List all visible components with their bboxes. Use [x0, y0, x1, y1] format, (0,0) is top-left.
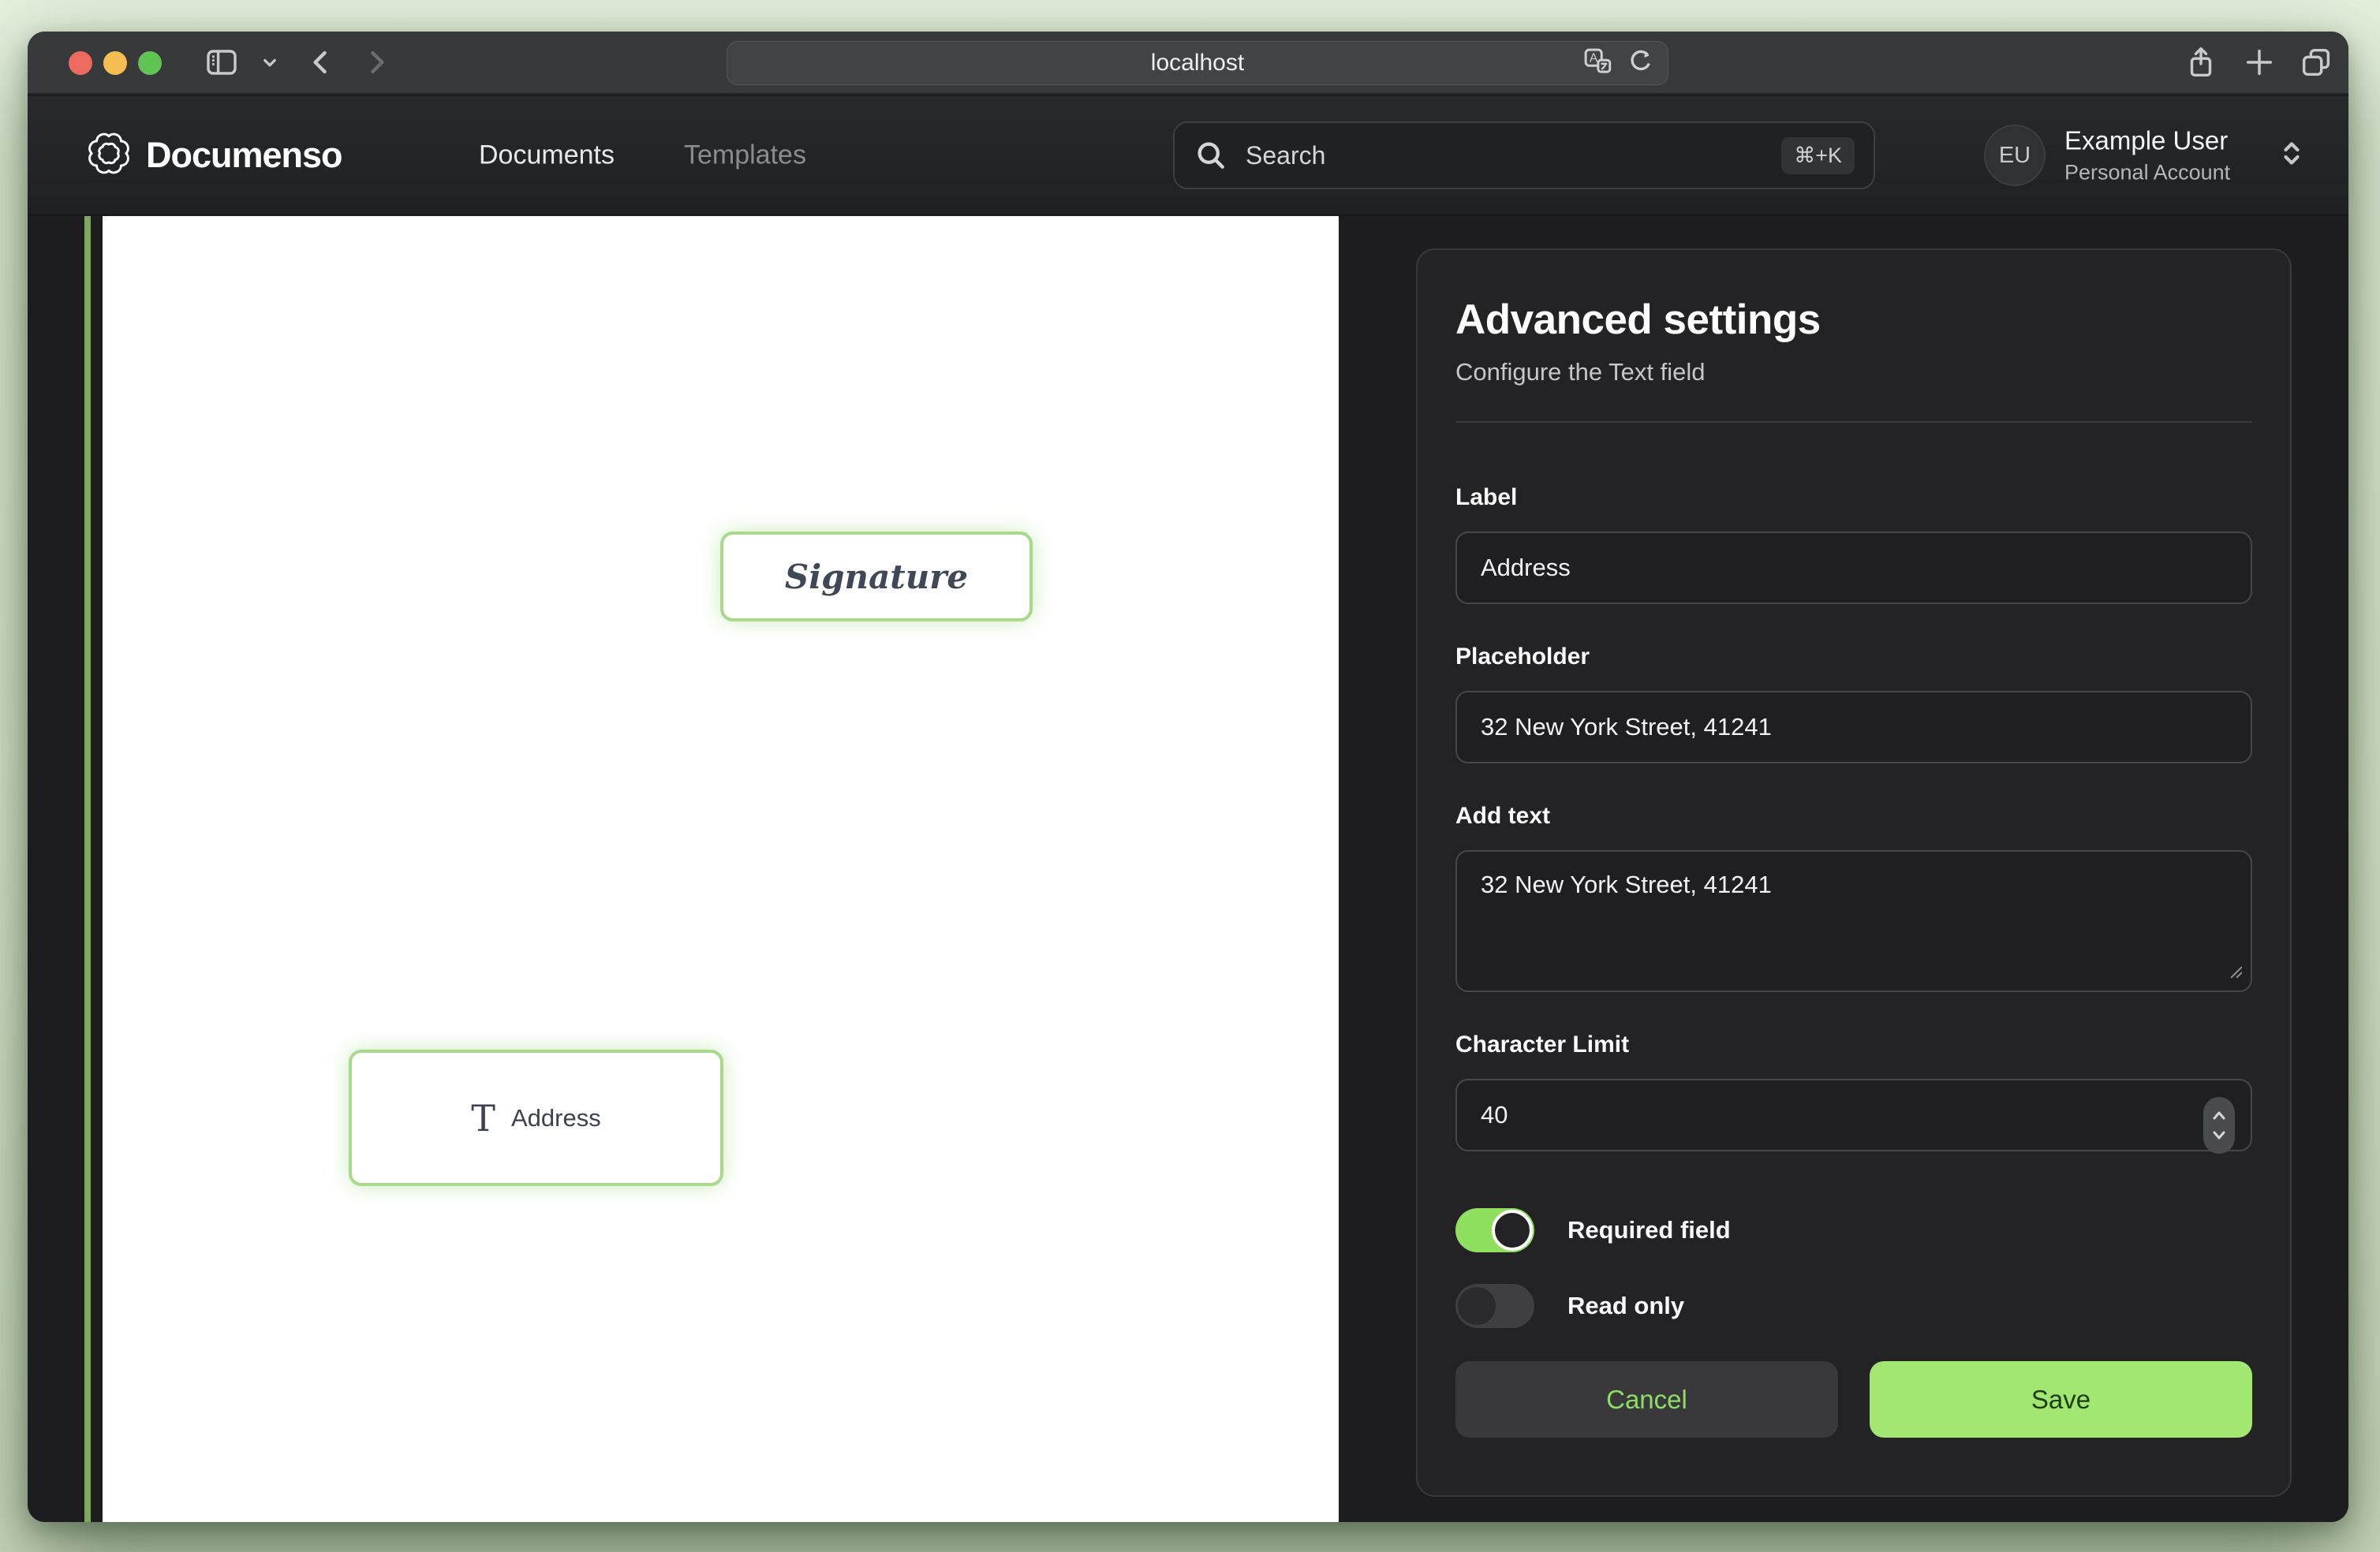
cancel-button[interactable]: Cancel [1455, 1361, 1838, 1438]
nav-templates[interactable]: Templates [684, 140, 806, 171]
share-icon[interactable] [2183, 44, 2219, 80]
textarea-resize-handle[interactable] [2229, 964, 2244, 984]
account-name: Example User [2064, 126, 2230, 156]
brand-name[interactable]: Documenso [146, 135, 342, 176]
save-button[interactable]: Save [1870, 1361, 2252, 1438]
reload-icon[interactable] [1625, 46, 1657, 81]
nav-documents[interactable]: Documents [479, 140, 615, 171]
forward-button-icon[interactable] [359, 45, 394, 80]
read-only-label: Read only [1567, 1292, 1684, 1320]
documenso-logo-icon[interactable] [87, 132, 131, 180]
toggle-knob [1458, 1287, 1496, 1325]
browser-toolbar: localhost A [28, 32, 2348, 95]
sidebar-chevron-down-icon[interactable] [258, 50, 282, 74]
account-menu[interactable]: Example User Personal Account [2064, 126, 2230, 185]
advanced-settings-panel: Advanced settings Configure the Text fie… [1416, 248, 2292, 1497]
search-shortcut-badge: ⌘+K [1781, 137, 1855, 174]
toggle-knob [1492, 1210, 1533, 1251]
address-text-field[interactable]: T Address [349, 1050, 723, 1186]
account-chevron-updown-icon[interactable] [2277, 136, 2306, 175]
label-input[interactable] [1455, 532, 2252, 604]
document-page: Signature T Address [103, 216, 1339, 1522]
signature-field-label: Signature [785, 558, 968, 596]
add-text-textarea[interactable]: 32 New York Street, 41241 [1455, 850, 2252, 992]
url-text: localhost [1151, 50, 1244, 76]
document-edge-indicator [84, 216, 91, 1522]
translate-icon[interactable]: A [1581, 45, 1614, 82]
address-bar[interactable]: localhost A [727, 41, 1668, 85]
read-only-toggle[interactable] [1455, 1284, 1534, 1328]
add-text-field-label: Add text [1455, 803, 2252, 830]
placeholder-input[interactable] [1455, 691, 2252, 763]
divider [1455, 421, 2252, 423]
new-tab-icon[interactable] [2241, 44, 2277, 80]
avatar[interactable]: EU [1984, 125, 2046, 186]
sidebar-toggle-icon[interactable] [203, 43, 241, 81]
app-header: Documenso Documents Templates Search ⌘+K… [28, 96, 2348, 215]
required-field-toggle[interactable] [1455, 1208, 1534, 1252]
placeholder-field-label: Placeholder [1455, 644, 2252, 670]
search-placeholder: Search [1246, 141, 1764, 170]
character-limit-field-label: Character Limit [1455, 1032, 2252, 1058]
main-content: Signature T Address Advanced settings Co… [28, 216, 2348, 1522]
svg-text:A: A [1590, 51, 1598, 65]
text-field-type-icon: T [471, 1100, 495, 1136]
avatar-initials: EU [1999, 143, 2031, 169]
search-input[interactable]: Search ⌘+K [1173, 121, 1875, 189]
close-window-button[interactable] [69, 51, 92, 75]
label-field-label: Label [1455, 484, 2252, 511]
minimize-window-button[interactable] [103, 51, 127, 75]
signature-field[interactable]: Signature [720, 532, 1033, 621]
tab-overview-icon[interactable] [2298, 44, 2334, 80]
back-button-icon[interactable] [304, 45, 338, 80]
character-limit-input[interactable] [1455, 1079, 2252, 1151]
required-field-label: Required field [1567, 1216, 1731, 1244]
browser-window: localhost A [28, 32, 2348, 1522]
panel-title: Advanced settings [1455, 296, 2252, 344]
account-type: Personal Account [2064, 161, 2230, 185]
address-field-label: Address [511, 1104, 601, 1132]
number-stepper[interactable] [2203, 1097, 2235, 1154]
panel-subtitle: Configure the Text field [1455, 358, 2252, 386]
search-icon [1194, 138, 1228, 173]
zoom-window-button[interactable] [138, 51, 162, 75]
